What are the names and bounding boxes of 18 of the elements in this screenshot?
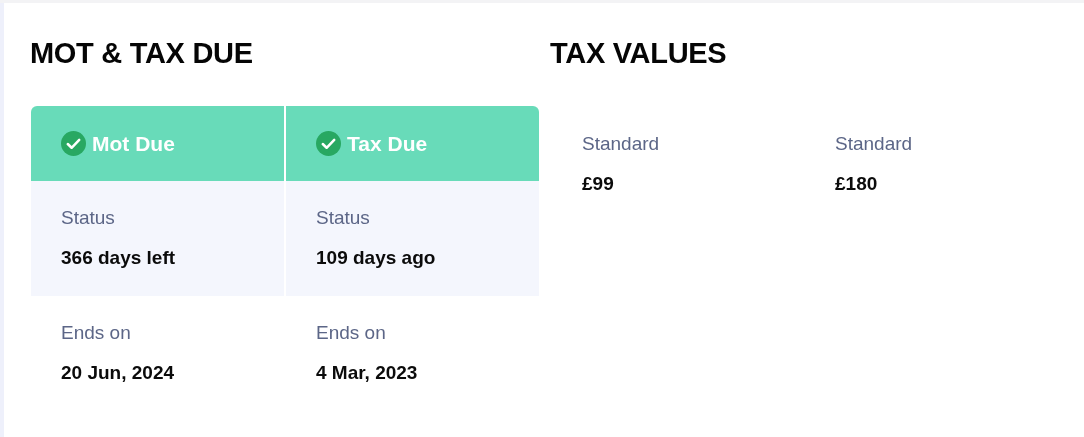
section-heading: TAX VALUES bbox=[550, 36, 728, 70]
card-title: Mot Due bbox=[92, 131, 175, 156]
tax-band-label: Standard bbox=[835, 133, 914, 155]
status-label: Status bbox=[316, 207, 371, 229]
ends-label: Ends on bbox=[61, 322, 132, 344]
status-value: 366 days left bbox=[61, 247, 177, 269]
status-label: Status bbox=[61, 207, 116, 229]
status-value: 109 days ago bbox=[316, 247, 437, 269]
ends-value: 20 Jun, 2024 bbox=[61, 362, 176, 384]
ends-value: 4 Mar, 2023 bbox=[316, 362, 419, 384]
tax-amount: £99 bbox=[582, 173, 615, 195]
check-circle-icon bbox=[316, 131, 341, 156]
card-title: Tax Due bbox=[347, 131, 428, 156]
section-heading: MOT & TAX DUE bbox=[30, 36, 254, 70]
check-circle-icon bbox=[61, 131, 86, 156]
ends-label: Ends on bbox=[316, 322, 387, 344]
tax-band-label: Standard bbox=[582, 133, 661, 155]
tax-amount: £180 bbox=[835, 173, 879, 195]
